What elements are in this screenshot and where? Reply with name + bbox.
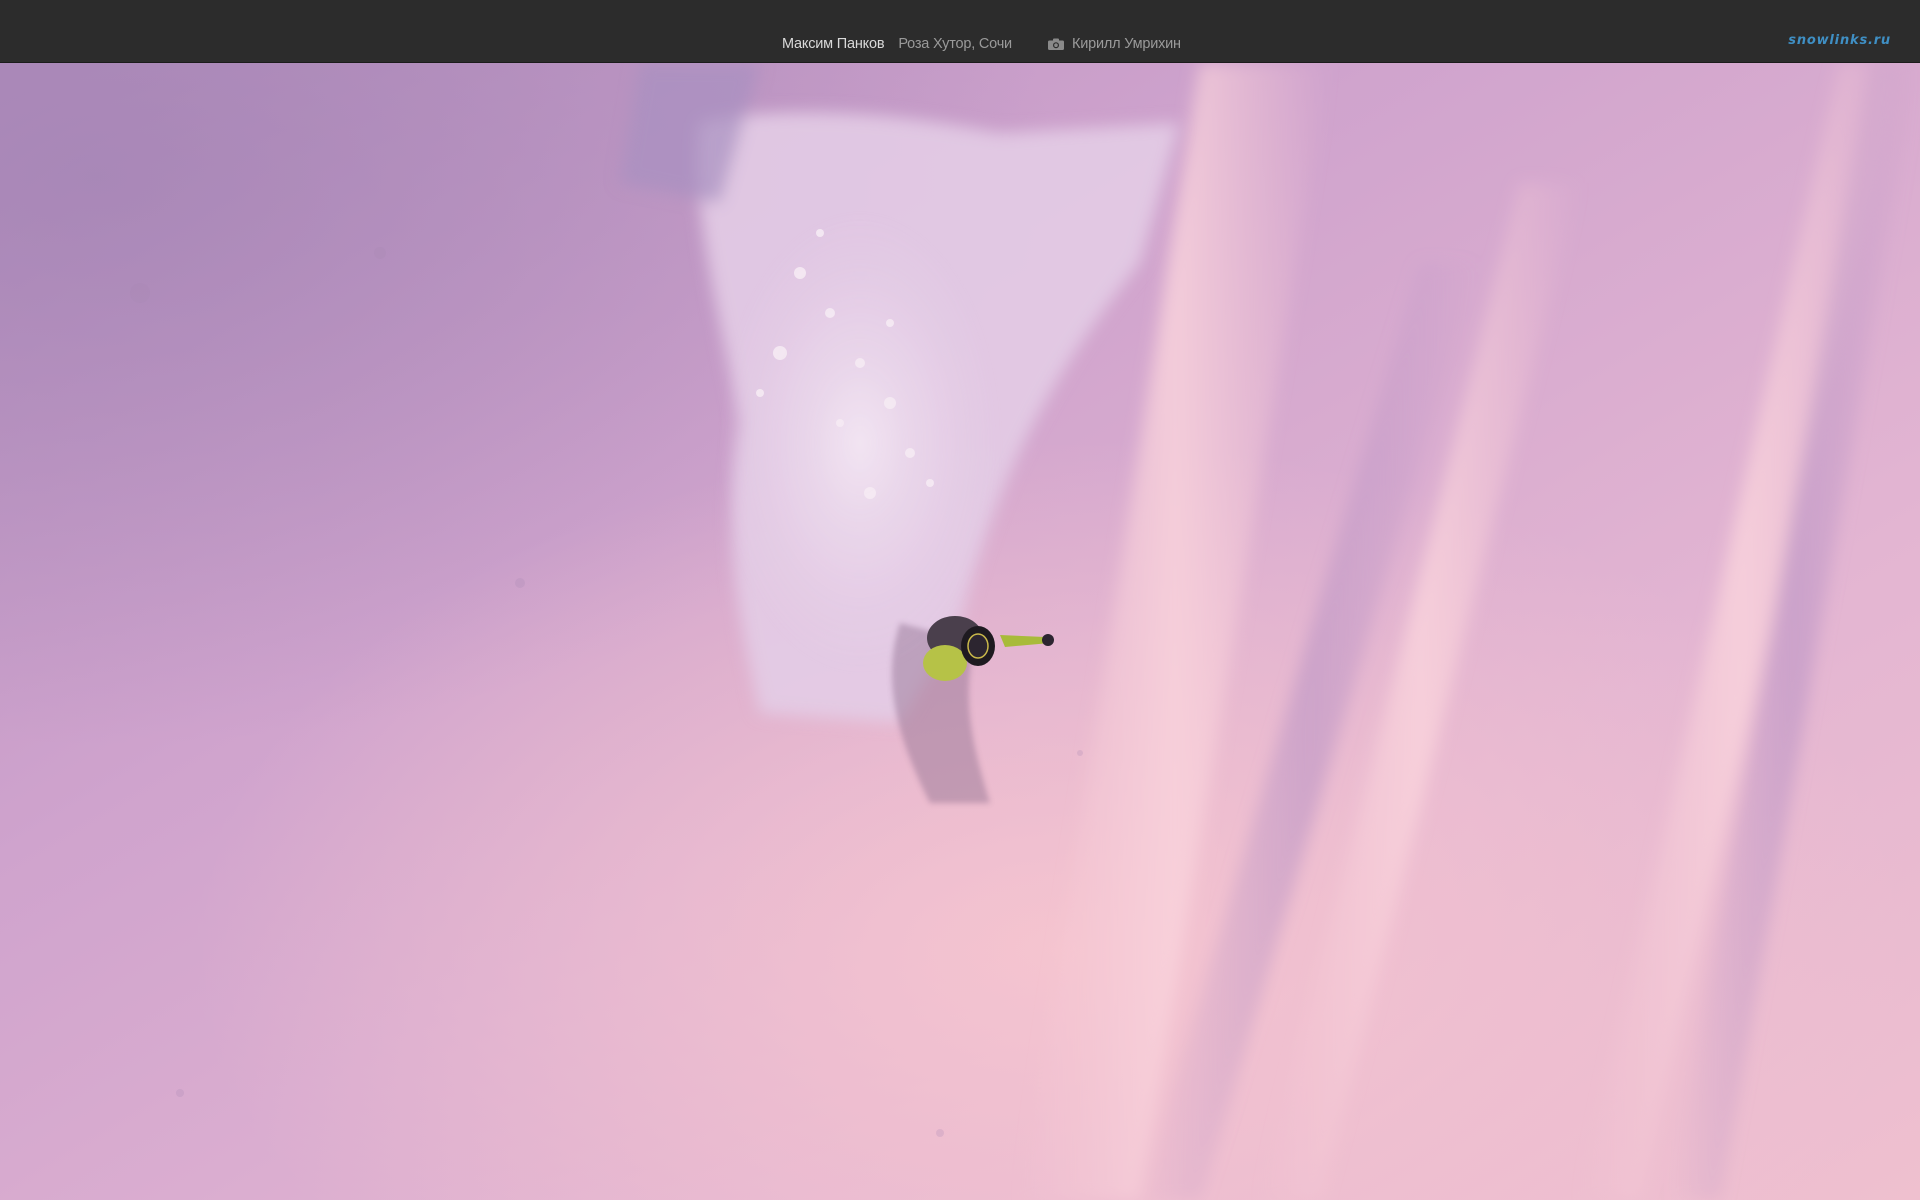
rider-name[interactable]: Максим Панков [782, 36, 885, 52]
photographer-credit[interactable]: Кирилл Умрихин [1047, 36, 1181, 52]
snow-slope-image [0, 63, 1920, 1200]
camera-icon [1047, 38, 1064, 50]
site-logo[interactable]: snowlinks.ru [1788, 33, 1891, 48]
photographer-name: Кирилл Умрихин [1071, 36, 1181, 52]
photo-credits: Максим Панков Роза Хутор, Сочи Кирилл Ум… [782, 31, 1181, 57]
hero-photo [0, 63, 1920, 1200]
location-label: Роза Хутор, Сочи [898, 36, 1012, 52]
top-bar: Максим Панков Роза Хутор, Сочи Кирилл Ум… [0, 0, 1920, 63]
